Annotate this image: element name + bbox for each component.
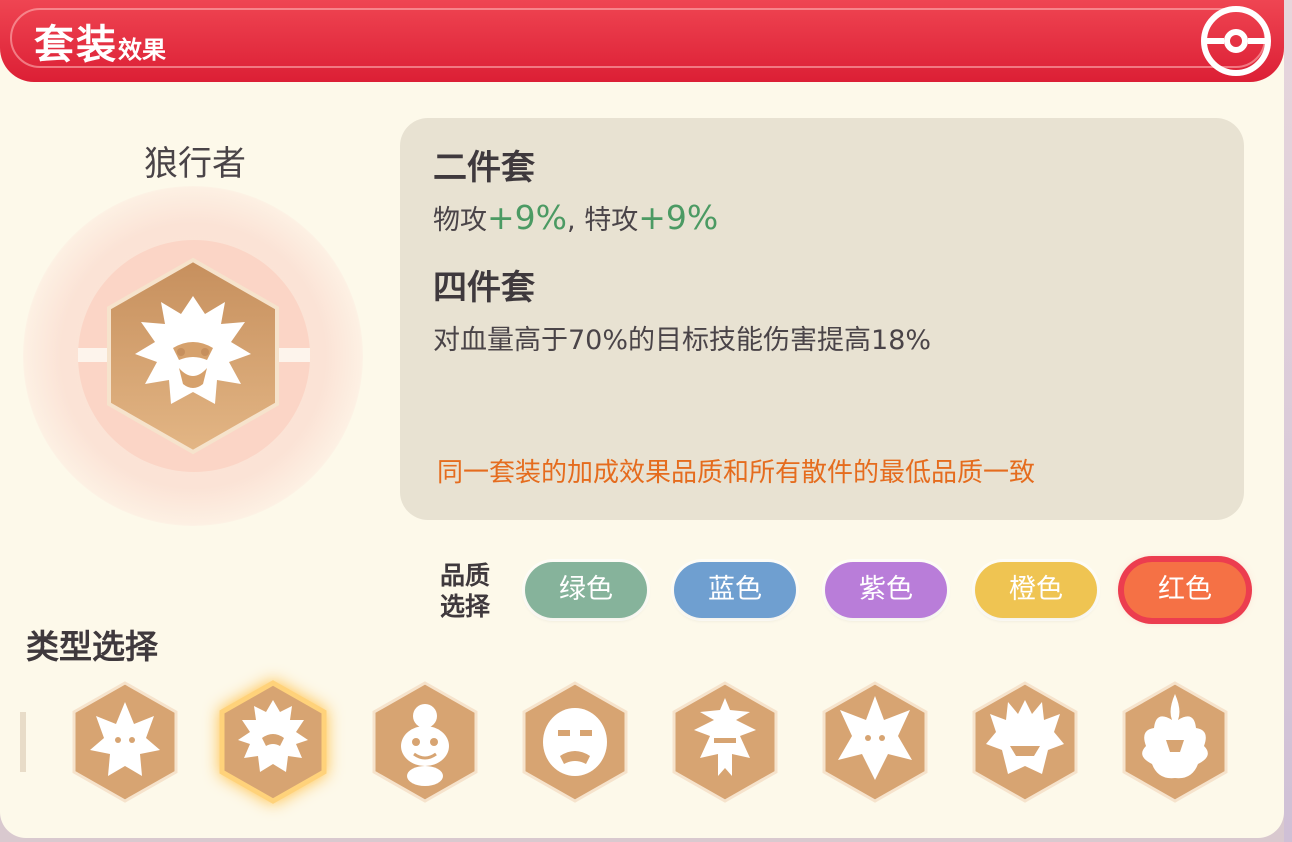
stat2-value: +9% <box>638 198 719 237</box>
panel-title: 套装效果 <box>34 12 166 70</box>
stat1-value: +9% <box>487 198 568 237</box>
title-sub: 效果 <box>118 36 166 64</box>
golem-emblem-icon[interactable] <box>520 680 630 804</box>
header-inner-border <box>10 8 1266 68</box>
lion-emblem-select-icon[interactable] <box>218 680 328 804</box>
quality-label-line1: 品质 <box>440 561 491 590</box>
quality-label: 品质 选择 <box>440 560 490 622</box>
lucario-alt-emblem-icon[interactable] <box>820 680 930 804</box>
quality-label-line2: 选择 <box>440 592 491 621</box>
four-piece-title: 四件套 <box>433 268 535 308</box>
charmander-emblem-icon[interactable] <box>370 680 480 804</box>
set-name: 狼行者 <box>144 144 246 184</box>
quality-note: 同一套装的加成效果品质和所有散件的最低品质一致 <box>437 458 1036 488</box>
flame-beast-emblem-icon[interactable] <box>1120 680 1230 804</box>
stat1-label: 物攻 <box>433 205 487 236</box>
lucario-emblem-icon[interactable] <box>70 680 180 804</box>
lion-emblem-icon <box>107 257 279 455</box>
gengar-emblem-icon[interactable] <box>970 680 1080 804</box>
quality-purple-button[interactable]: 紫色 <box>825 562 947 618</box>
pokeball-close-button[interactable] <box>1200 5 1272 77</box>
stat-separator: , <box>567 205 576 236</box>
panel-header: 套装效果 <box>0 0 1284 82</box>
beetle-emblem-icon[interactable] <box>670 680 780 804</box>
two-piece-title: 二件套 <box>433 148 535 188</box>
quality-red-button[interactable]: 红色 <box>1124 562 1246 618</box>
type-selection-title: 类型选择 <box>26 627 158 666</box>
quality-blue-button[interactable]: 蓝色 <box>674 562 796 618</box>
set-effect-panel: 套装效果 狼行者 二件套 物攻+9%, 特攻+9% 四件套 对血量高于70%的目… <box>0 0 1284 838</box>
quality-orange-button[interactable]: 橙色 <box>975 562 1097 618</box>
two-piece-bonus: 物攻+9%, 特攻+9% <box>433 198 718 237</box>
pokeball-icon <box>1201 6 1271 76</box>
background-edge <box>1284 0 1292 842</box>
quality-green-button[interactable]: 绿色 <box>525 562 647 618</box>
four-piece-description: 对血量高于70%的目标技能伤害提高18% <box>433 325 932 356</box>
stat2-label: 特攻 <box>584 205 639 236</box>
scroll-edge <box>20 712 26 772</box>
title-main: 套装 <box>34 22 118 68</box>
